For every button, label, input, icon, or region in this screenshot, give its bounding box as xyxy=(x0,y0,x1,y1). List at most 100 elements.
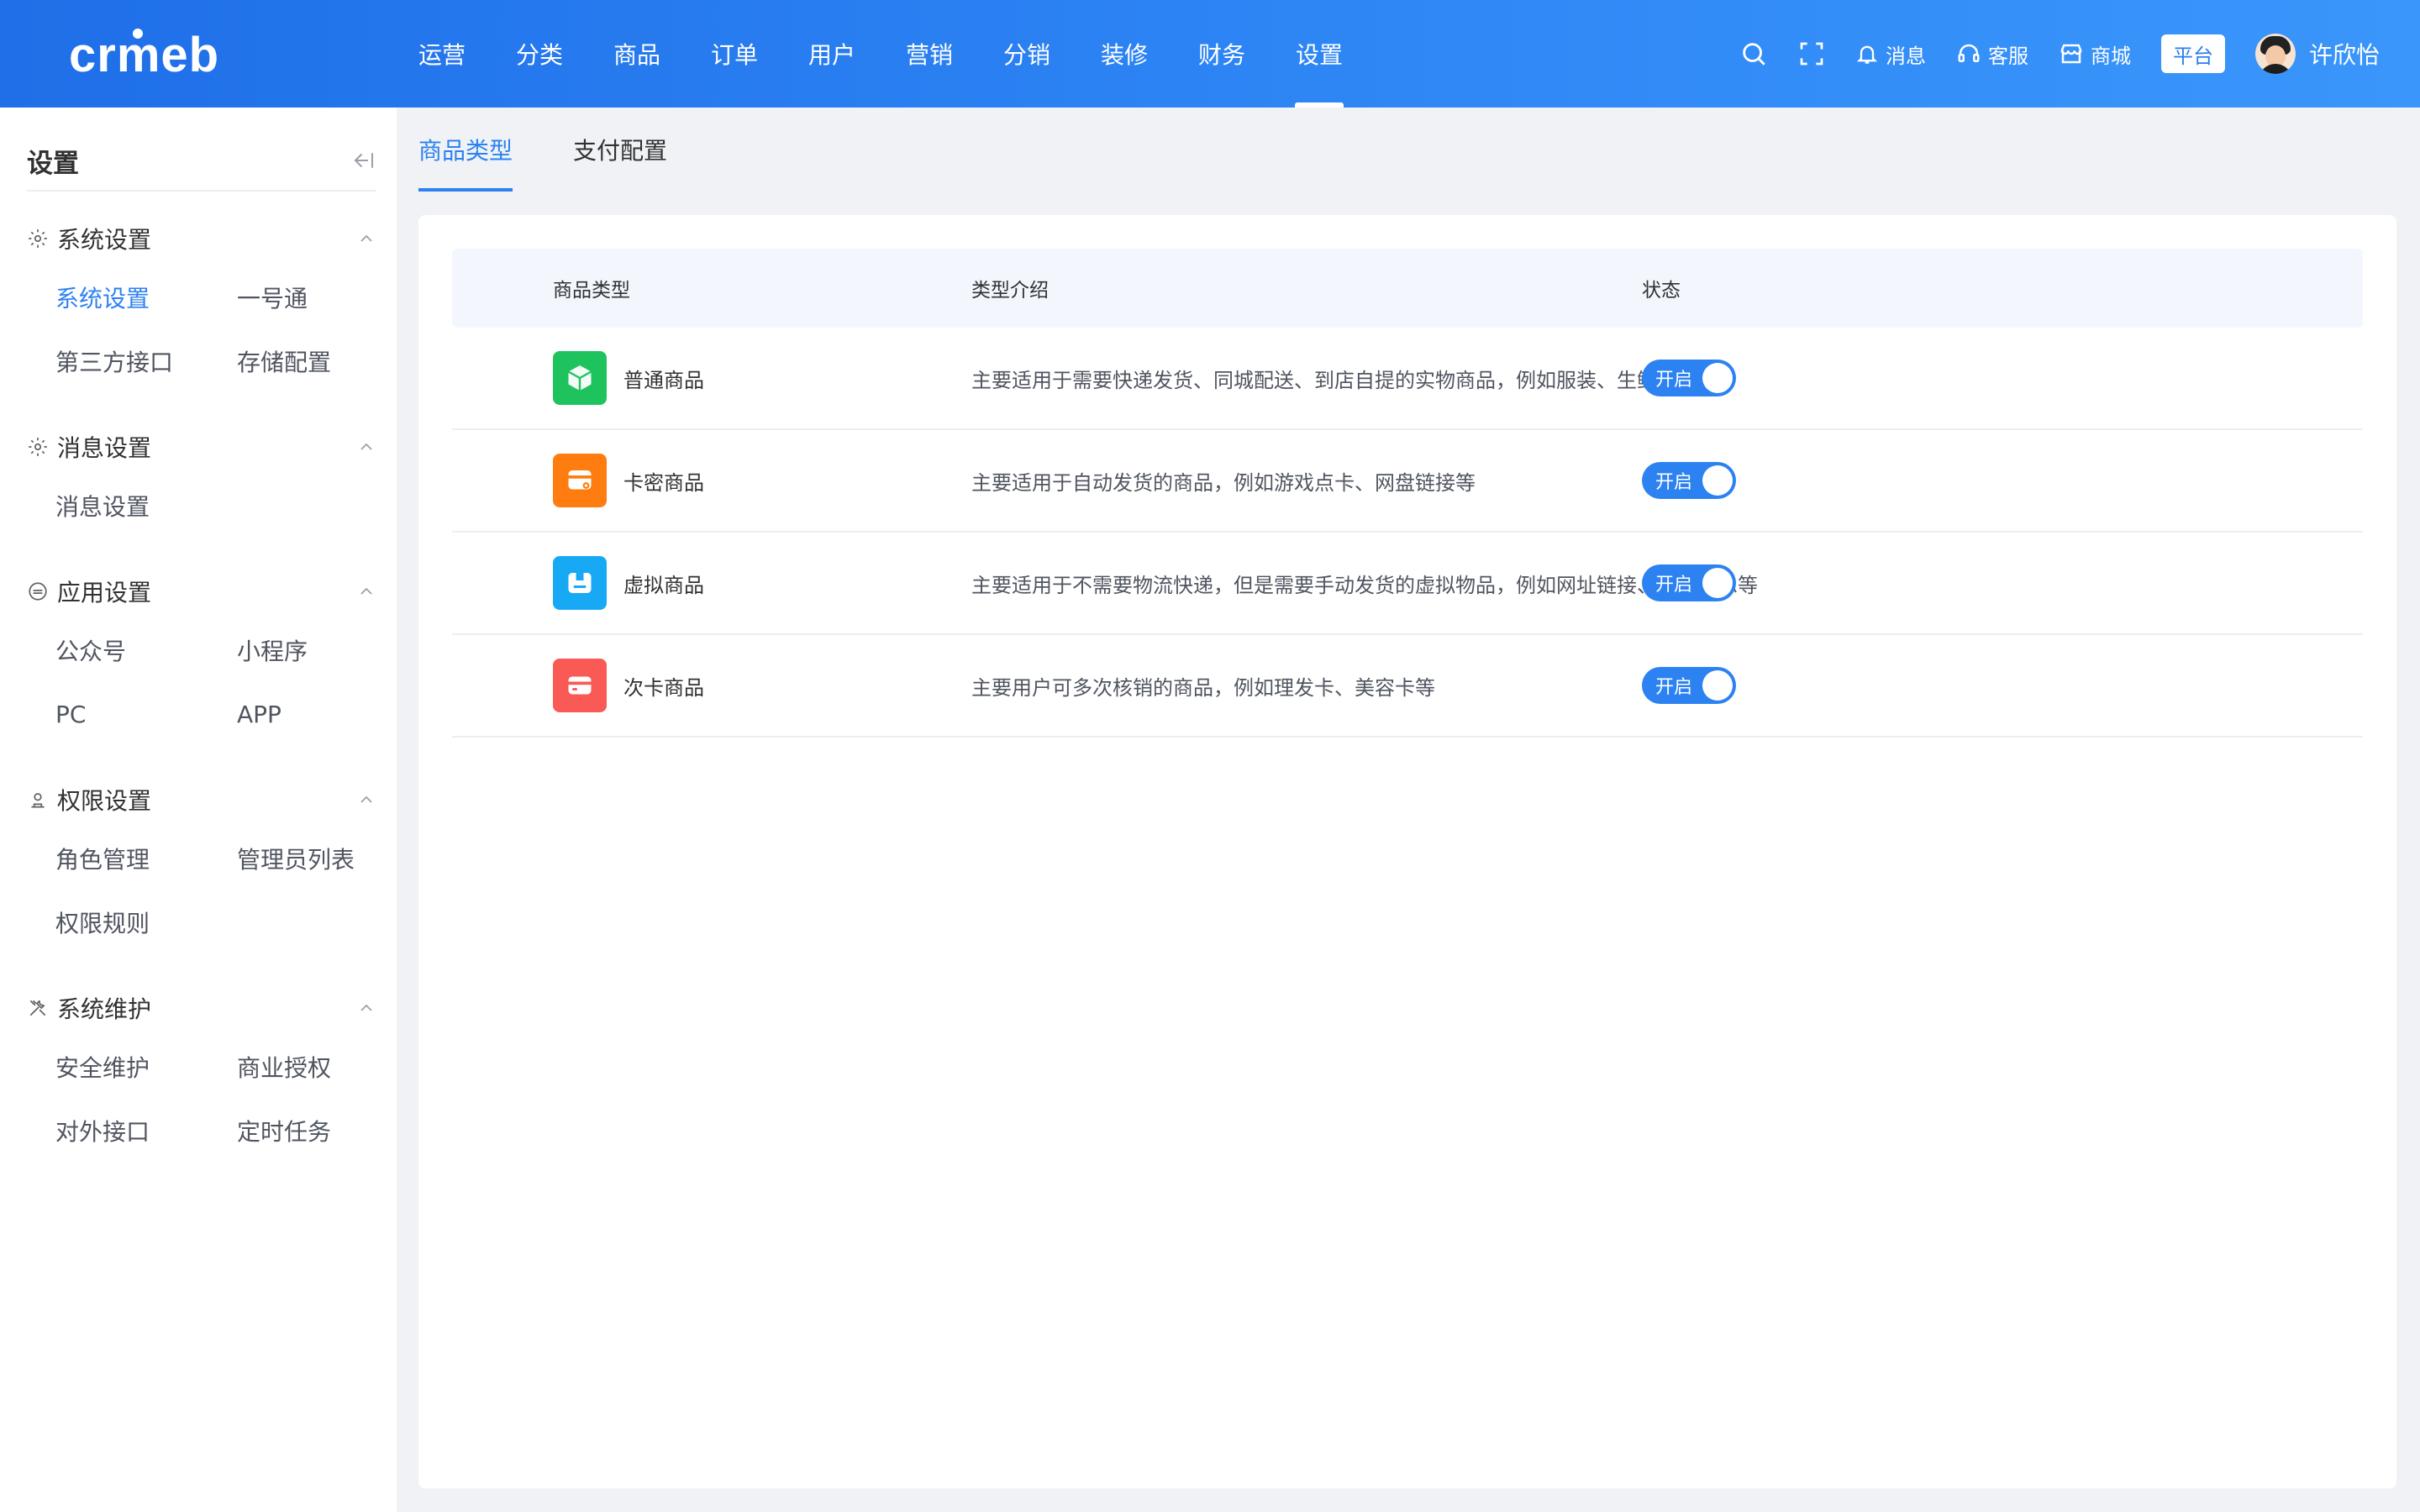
bell-icon xyxy=(1856,45,1878,64)
nav-item-operation[interactable]: 运营 xyxy=(393,0,491,108)
group-header-maintenance[interactable]: 系统维护 xyxy=(27,981,376,1035)
nav-item-category[interactable]: 分类 xyxy=(491,0,588,108)
group-label: 系统设置 xyxy=(57,226,152,254)
sidebar-item-yihaotong[interactable]: 一号通 xyxy=(237,265,405,329)
chevron-up-icon xyxy=(360,443,372,450)
gear-icon xyxy=(29,438,47,456)
sidebar-item-external-api[interactable]: 对外接口 xyxy=(55,1099,237,1163)
column-header-desc: 类型介绍 xyxy=(971,280,1049,302)
sidebar-item-business-license[interactable]: 商业授权 xyxy=(237,1035,405,1099)
cube-icon xyxy=(553,351,607,405)
group-label: 消息设置 xyxy=(57,434,152,462)
type-description: 主要适用于需要快递发货、同城配送、到店自提的实物商品，例如服装、生鲜等 xyxy=(971,368,1677,392)
type-description: 主要适用于自动发货的商品，例如游戏点卡、网盘链接等 xyxy=(971,470,1476,495)
sidebar-group-system: 系统设置 系统设置 一号通 第三方接口 存储配置 xyxy=(27,212,376,393)
sidebar-title: 设置 xyxy=(27,148,79,179)
box-icon xyxy=(553,556,607,610)
sidebar-item-role-management[interactable]: 角色管理 xyxy=(55,827,237,890)
tab-product-type[interactable]: 商品类型 xyxy=(418,108,513,192)
chevron-up-icon xyxy=(360,234,372,242)
type-name: 卡密商品 xyxy=(623,470,704,495)
switch-label: 开启 xyxy=(1655,472,1693,493)
fullscreen-button[interactable] xyxy=(1798,40,1825,67)
status-switch[interactable]: 开启 xyxy=(1642,462,1736,499)
column-header-type: 商品类型 xyxy=(553,280,630,302)
nav-item-marketing[interactable]: 营销 xyxy=(881,0,978,108)
type-description: 主要适用于不需要物流快递，但是需要手动发货的虚拟物品，例如网址链接、账号信息等 xyxy=(971,573,1758,597)
store-icon xyxy=(2060,44,2082,64)
nav-item-distribution[interactable]: 分销 xyxy=(978,0,1076,108)
sidebar-item-security[interactable]: 安全维护 xyxy=(55,1035,237,1099)
message-label: 消息 xyxy=(1885,44,1926,68)
sidebar-item-third-party-api[interactable]: 第三方接口 xyxy=(55,329,237,393)
service-label: 客服 xyxy=(1987,44,2028,68)
search-icon xyxy=(1743,43,1765,66)
content-panel: 商品类型 类型介绍 状态 普通商品 主要适用于需要快递发货、同城配送、到店自提的… xyxy=(418,215,2396,1488)
sidebar-item-pc[interactable]: PC xyxy=(55,682,237,746)
sidebar-item-app[interactable]: APP xyxy=(237,682,405,746)
group-label: 权限设置 xyxy=(57,787,152,815)
sidebar-item-scheduled-tasks[interactable]: 定时任务 xyxy=(237,1099,405,1163)
chevron-up-icon xyxy=(360,587,372,595)
type-name: 次卡商品 xyxy=(623,675,704,700)
tools-icon xyxy=(29,1000,46,1016)
product-type-table: 商品类型 类型介绍 状态 普通商品 主要适用于需要快递发货、同城配送、到店自提的… xyxy=(452,249,2363,738)
sidebar-group-permission: 权限设置 角色管理 管理员列表 权限规则 xyxy=(27,773,376,954)
headset-icon xyxy=(1958,44,1980,62)
sidebar: 设置 系统设置 系统设置 一号通 第三方接口 存储配置 消息设置 消息设置 应用… xyxy=(0,108,397,1512)
status-switch[interactable]: 开启 xyxy=(1642,667,1736,704)
mall-label: 商城 xyxy=(2090,44,2131,68)
switch-label: 开启 xyxy=(1655,575,1693,596)
logo[interactable]: crmeb xyxy=(69,25,218,84)
service-button[interactable]: 客服 xyxy=(1956,39,2028,69)
switch-label: 开启 xyxy=(1655,677,1693,698)
status-switch[interactable]: 开启 xyxy=(1642,360,1736,396)
collapse-sidebar-icon[interactable] xyxy=(351,148,376,173)
top-right-tools: 消息 客服 商城 平台 许欣怡 xyxy=(1709,0,2380,108)
nav-item-user[interactable]: 用户 xyxy=(783,0,881,108)
nav-item-finance[interactable]: 财务 xyxy=(1173,0,1270,108)
table-row: 虚拟商品 主要适用于不需要物流快递，但是需要手动发货的虚拟物品，例如网址链接、账… xyxy=(452,533,2363,635)
column-header-status: 状态 xyxy=(1642,280,1681,302)
nav-item-order[interactable]: 订单 xyxy=(686,0,783,108)
fullscreen-icon xyxy=(1800,42,1823,66)
group-header-app[interactable]: 应用设置 xyxy=(27,564,376,618)
sidebar-item-mini-program[interactable]: 小程序 xyxy=(237,618,405,682)
platform-button[interactable]: 平台 xyxy=(2160,34,2225,73)
sidebar-item-admin-list[interactable]: 管理员列表 xyxy=(237,827,405,890)
message-button[interactable]: 消息 xyxy=(1855,39,1926,69)
type-description: 主要用户可多次核销的商品，例如理发卡、美容卡等 xyxy=(971,675,1435,700)
gear-icon xyxy=(29,229,47,248)
group-header-permission[interactable]: 权限设置 xyxy=(27,773,376,827)
logo-dot xyxy=(133,29,143,39)
sidebar-item-permission-rules[interactable]: 权限规则 xyxy=(55,890,237,954)
group-label: 应用设置 xyxy=(57,579,152,606)
table-row: 卡密商品 主要适用于自动发货的商品，例如游戏点卡、网盘链接等 开启 xyxy=(452,430,2363,533)
sidebar-item-storage[interactable]: 存储配置 xyxy=(237,329,405,393)
sidebar-item-system-settings[interactable]: 系统设置 xyxy=(55,265,237,329)
type-name: 虚拟商品 xyxy=(623,573,704,597)
status-switch[interactable]: 开启 xyxy=(1642,564,1736,601)
mall-button[interactable]: 商城 xyxy=(2059,39,2131,69)
type-name: 普通商品 xyxy=(623,368,704,392)
table-header: 商品类型 类型介绍 状态 xyxy=(452,249,2363,328)
sidebar-item-official-account[interactable]: 公众号 xyxy=(55,618,237,682)
group-label: 系统维护 xyxy=(57,995,152,1023)
sidebar-group-message: 消息设置 消息设置 xyxy=(27,420,376,538)
content-tabs: 商品类型 支付配置 xyxy=(418,108,728,192)
table-row: 普通商品 主要适用于需要快递发货、同城配送、到店自提的实物商品，例如服装、生鲜等… xyxy=(452,328,2363,430)
username[interactable]: 许欣怡 xyxy=(2309,37,2380,71)
sidebar-group-app: 应用设置 公众号 小程序 PC APP xyxy=(27,564,376,746)
avatar[interactable] xyxy=(2254,34,2296,74)
group-header-message[interactable]: 消息设置 xyxy=(27,420,376,474)
search-button[interactable] xyxy=(1739,39,1768,68)
group-header-system[interactable]: 系统设置 xyxy=(27,212,376,265)
user-icon xyxy=(31,793,45,808)
nav-item-decoration[interactable]: 装修 xyxy=(1076,0,1173,108)
nav-item-product[interactable]: 商品 xyxy=(588,0,686,108)
sidebar-item-message-settings[interactable]: 消息设置 xyxy=(55,474,237,538)
tab-payment-config[interactable]: 支付配置 xyxy=(573,108,667,192)
switch-label: 开启 xyxy=(1655,370,1693,391)
chevron-up-icon xyxy=(360,1004,372,1011)
nav-item-settings[interactable]: 设置 xyxy=(1270,0,1368,108)
